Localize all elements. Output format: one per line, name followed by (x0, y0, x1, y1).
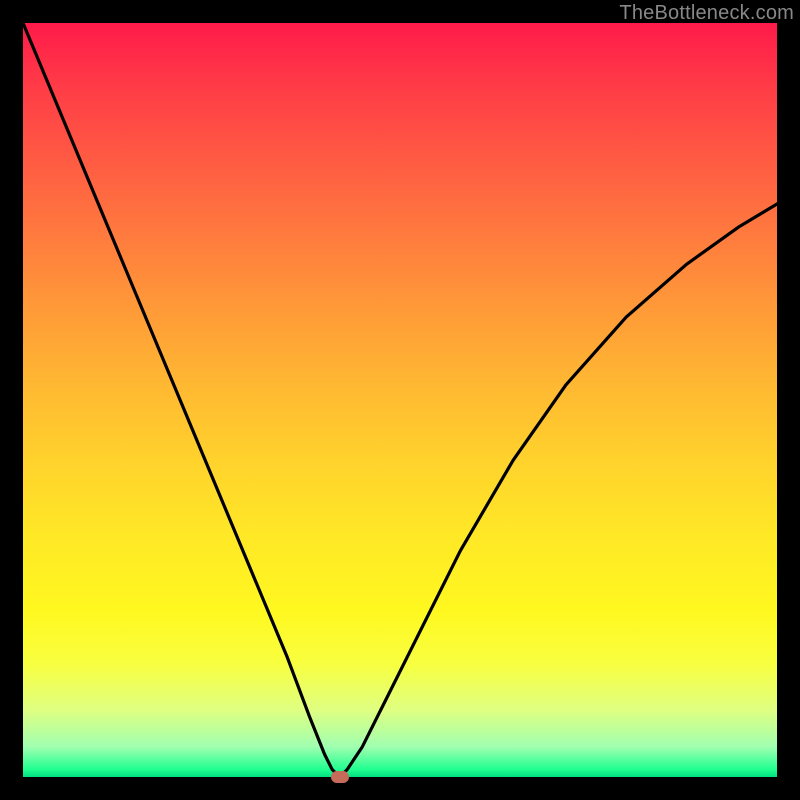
watermark-label: TheBottleneck.com (619, 2, 794, 25)
bottleneck-curve (23, 23, 777, 777)
chart-frame: TheBottleneck.com (0, 0, 800, 800)
optimum-marker (331, 771, 349, 783)
plot-area (23, 23, 777, 777)
